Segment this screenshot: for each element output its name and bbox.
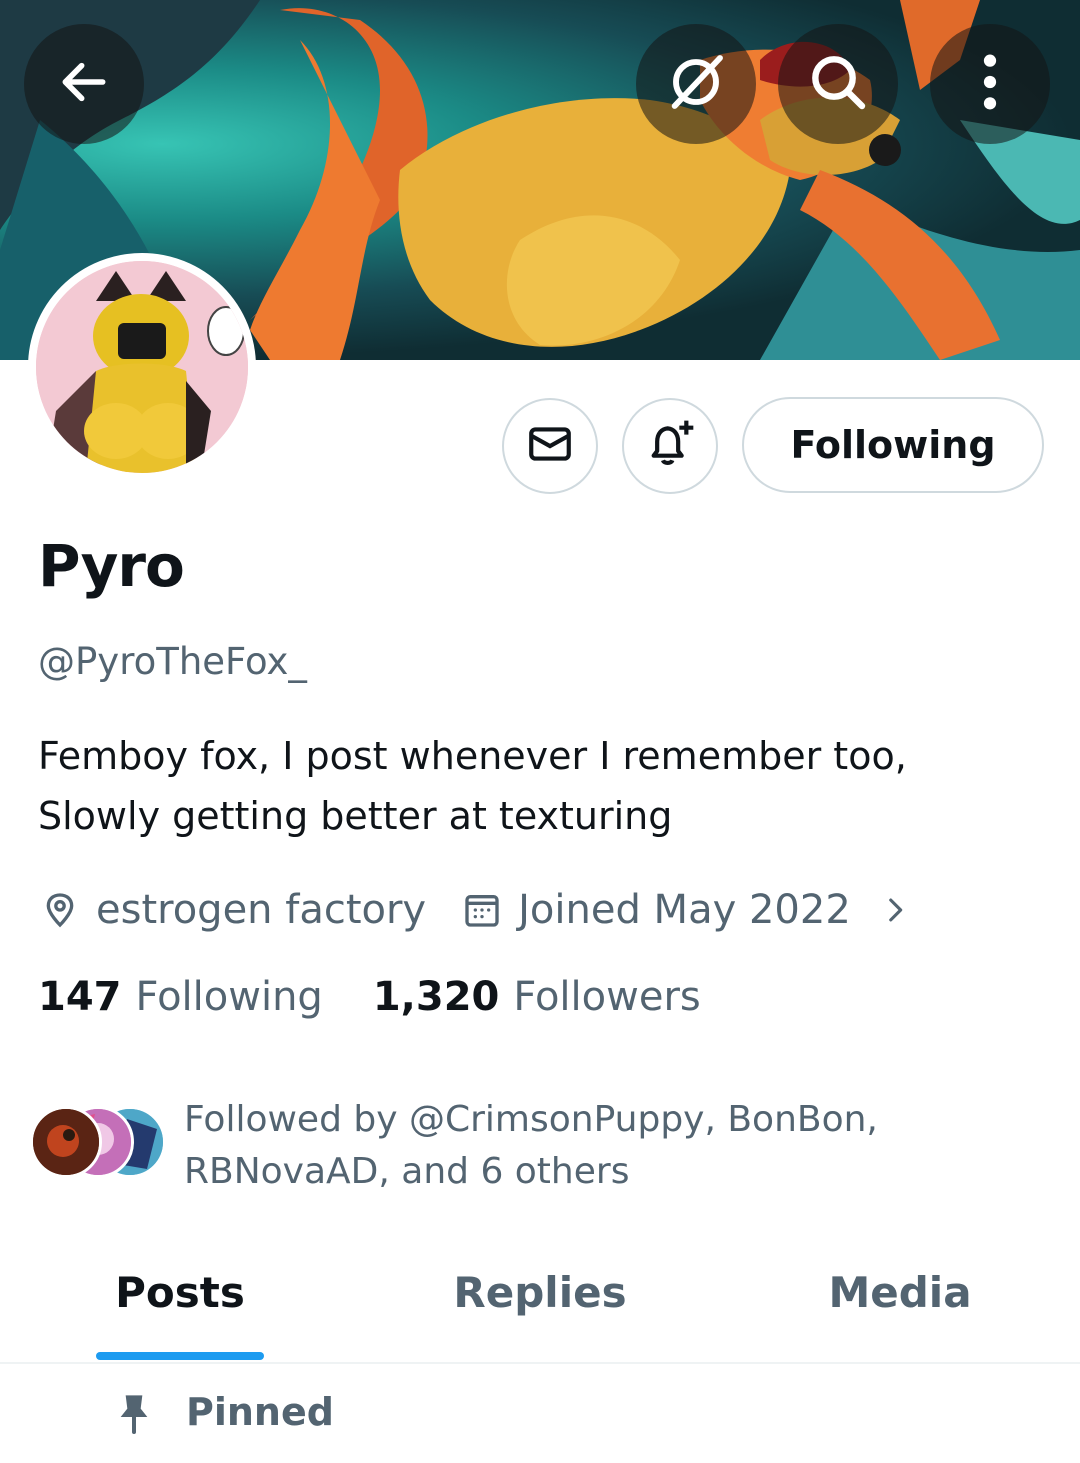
search-icon — [806, 50, 870, 118]
calendar-icon — [460, 890, 504, 930]
followers-label: Followers — [513, 974, 701, 1020]
location-text: estrogen factory — [96, 887, 427, 933]
arrow-left-icon — [56, 54, 112, 114]
grok-button[interactable] — [636, 24, 756, 144]
bio-line: Slowly getting better at texturing — [38, 794, 673, 838]
profile-tabs: Posts Replies Media — [0, 1240, 1080, 1364]
chevron-right-icon[interactable] — [873, 893, 917, 927]
tab-media[interactable]: Media — [780, 1268, 1020, 1317]
follower-avatar — [30, 1106, 102, 1178]
followed-by-text: Followed by @CrimsonPuppy, BonBon, RBNov… — [184, 1094, 1044, 1198]
joined-date: Joined May 2022 — [518, 887, 851, 933]
back-button[interactable] — [24, 24, 144, 144]
location-pin-icon — [38, 890, 82, 930]
avatar[interactable] — [28, 253, 256, 481]
bell-plus-icon — [642, 416, 698, 476]
profile-handle: @PyroTheFox_ — [38, 640, 307, 683]
active-tab-indicator — [96, 1352, 264, 1360]
tab-replies[interactable]: Replies — [420, 1268, 660, 1317]
grok-icon — [664, 50, 728, 118]
followers-count: 1,320 — [372, 974, 500, 1020]
following-count: 147 — [38, 974, 122, 1020]
following-label: Following — [135, 974, 323, 1020]
followed-by-line: RBNovaAD, and 6 others — [184, 1151, 630, 1192]
profile-bio: Femboy fox, I post whenever I remember t… — [38, 726, 1048, 846]
pinned-label: Pinned — [110, 1390, 334, 1434]
more-button[interactable] — [930, 24, 1050, 144]
followed-by-line: Followed by @CrimsonPuppy, BonBon, — [184, 1099, 878, 1140]
pin-icon — [110, 1390, 158, 1434]
bio-line: Femboy fox, I post whenever I remember t… — [38, 734, 907, 778]
tab-posts[interactable]: Posts — [60, 1268, 300, 1317]
profile-name: Pyro — [38, 532, 185, 600]
message-button[interactable] — [502, 398, 598, 494]
following-link[interactable]: 147 Following — [38, 974, 323, 1020]
followers-link[interactable]: 1,320 Followers — [373, 974, 701, 1020]
envelope-icon — [525, 419, 575, 473]
followed-by[interactable]: Followed by @CrimsonPuppy, BonBon, RBNov… — [30, 1094, 1050, 1204]
notify-button[interactable] — [622, 398, 718, 494]
profile-meta: estrogen factory Joined May 2022 — [38, 880, 931, 940]
more-vertical-icon — [980, 50, 1000, 118]
search-button[interactable] — [778, 24, 898, 144]
pinned-text: Pinned — [186, 1390, 334, 1434]
avatar-image — [36, 261, 248, 473]
following-button[interactable]: Following — [742, 397, 1044, 493]
follow-counts: 147 Following 1,320 Followers — [38, 974, 701, 1020]
